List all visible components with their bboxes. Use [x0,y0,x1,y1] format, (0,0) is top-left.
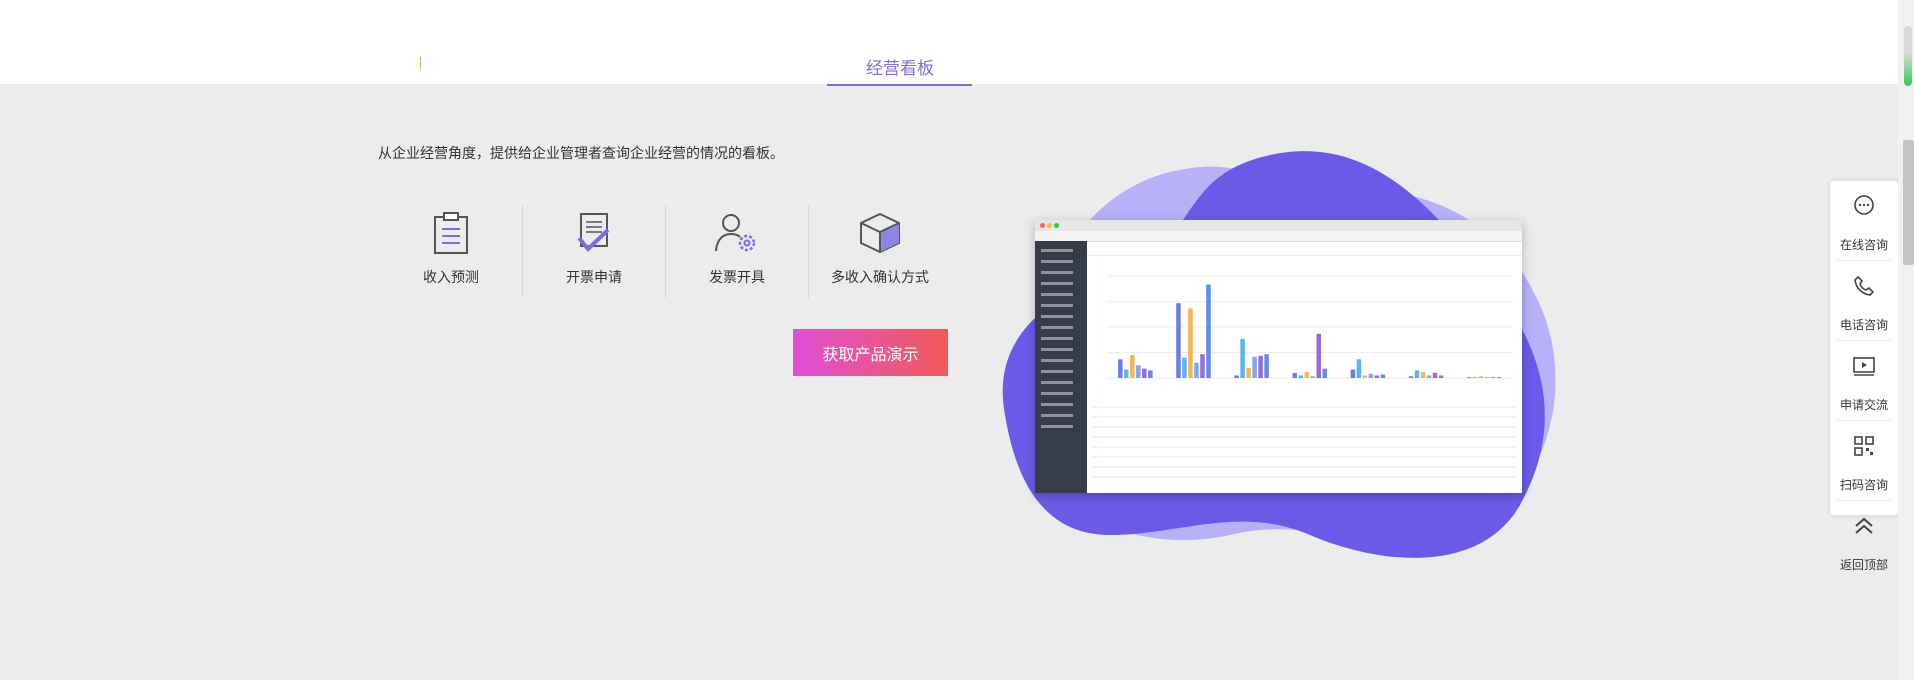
feature-label: 开票申请 [566,270,622,286]
chart-bar [1414,370,1420,378]
section-description: 从企业经营角度，提供给企业管理者查询企业经营的情况的看板。 [378,146,784,162]
phone-consult-button[interactable]: 电话咨询 [1830,274,1898,340]
chart-bar [1148,370,1153,378]
floating-contact-bar: 在线咨询 电话咨询 申请交流 扫码咨询 返回顶部 [1830,181,1898,572]
chart-bar [1136,365,1141,378]
rightbar-label: 返回顶部 [1839,558,1888,572]
chart-bar [1496,377,1502,378]
chart-bar [1490,377,1496,378]
chart-bar [1368,373,1374,378]
chart-bar [1426,375,1432,378]
app-sidebar [1035,241,1087,493]
chart-bar [1130,355,1135,378]
chart-bar [1310,376,1315,378]
cube-icon [860,212,900,254]
back-to-top-button[interactable]: 返回顶部 [1830,514,1898,580]
chart-bar [1292,372,1297,378]
page-scrollbar[interactable] [1898,0,1914,680]
scan-consult-button[interactable]: 扫码咨询 [1830,434,1898,500]
chart-bar [1420,372,1426,378]
double-chevron-up-icon [1855,517,1873,534]
feature-invoice-issuance[interactable]: 发票开具 [665,205,808,298]
chart-bar [1182,357,1187,378]
chart-bar [1240,338,1245,378]
chart-bar [1322,368,1327,378]
chart-bar [1438,375,1444,378]
phone-icon [1854,275,1875,296]
feature-multi-revenue-recognition[interactable]: 多收入确认方式 [808,205,951,298]
chart-bar [1252,356,1257,378]
chart-bar [1298,375,1303,378]
video-icon [1853,357,1875,376]
qr-code-icon [1854,436,1874,456]
dashboard-screenshot [1035,220,1522,493]
bar-chart [1107,275,1514,379]
online-consult-button[interactable]: 在线咨询 [1830,194,1898,260]
get-product-demo-button[interactable]: 获取产品演示 [793,329,948,376]
chart-bar [1176,303,1181,378]
chart-bar [1316,333,1321,378]
invoice-check-icon [577,213,610,252]
chart-bar [1246,367,1251,378]
user-gear-icon [715,214,756,252]
chart-bar [1472,377,1478,378]
apply-exchange-button[interactable]: 申请交流 [1830,354,1898,420]
chart-bar [1234,375,1239,378]
chart-bar [1200,354,1205,378]
chart-bar [1356,359,1362,378]
chart-bar [1206,284,1211,378]
tab-active-underline [827,84,972,86]
chat-bubble-icon [1854,195,1874,215]
chart-bar [1118,359,1123,378]
tab-divider [420,57,421,70]
tab-operations-board[interactable]: 经营看板 [830,54,970,79]
data-table [1093,406,1515,478]
chart-bar [1194,362,1199,378]
feature-list: 收入预测 开票申请 发票开具 多收入确认方式 [380,205,951,298]
feature-revenue-forecast[interactable]: 收入预测 [380,205,522,298]
chart-bar [1374,375,1380,378]
chart-bar [1362,375,1368,378]
scrollbar-thumb[interactable] [1903,140,1914,265]
app-header [1087,241,1522,256]
clipboard-icon [434,212,468,254]
feature-invoice-application[interactable]: 开票申请 [522,205,665,298]
feature-label: 多收入确认方式 [831,270,929,286]
chart-bar [1350,369,1356,378]
chart-bar [1466,377,1472,378]
chart-bar [1142,368,1147,378]
rightbar-label: 扫码咨询 [1839,478,1888,492]
chart-bar [1124,369,1129,378]
browser-tab-bar [1035,220,1522,231]
chart-bar [1258,355,1263,378]
feature-label: 发票开具 [709,270,765,286]
chart-bar [1484,377,1490,378]
chart-bar [1264,354,1269,378]
chart-bar [1304,372,1309,378]
chart-bar [1380,374,1386,378]
edge-status-indicator [1904,26,1912,86]
chart-bar [1408,376,1414,378]
rightbar-label: 电话咨询 [1839,318,1888,332]
chart-bar [1478,376,1484,378]
feature-label: 收入预测 [423,270,479,286]
rightbar-label: 申请交流 [1839,398,1888,412]
rightbar-label: 在线咨询 [1839,238,1888,252]
chart-bar [1188,308,1193,378]
chart-bar [1432,372,1438,378]
